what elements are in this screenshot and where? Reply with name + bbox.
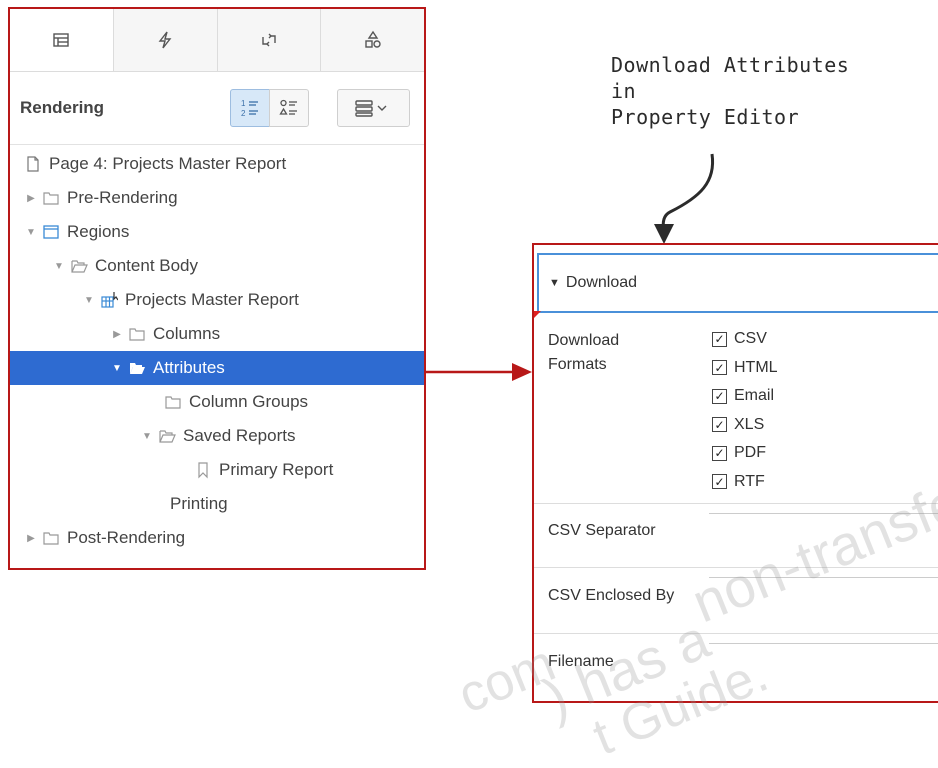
tree-node-projects-master-report[interactable]: ▼ Projects Master Report xyxy=(10,283,424,317)
folder-open-icon xyxy=(154,427,180,445)
tree-node-pre-rendering[interactable]: ▶ Pre-Rendering xyxy=(10,181,424,215)
tree-node-label: Column Groups xyxy=(189,392,309,411)
caret-down-icon: ▼ xyxy=(549,277,560,289)
format-checkbox-html[interactable]: ✓ HTML xyxy=(712,354,778,383)
curved-arrow-icon xyxy=(654,153,715,244)
tree-node-regions[interactable]: ▼ Regions xyxy=(10,215,424,249)
collapse-triangle-icon[interactable]: ▼ xyxy=(82,295,96,306)
section-title: Download xyxy=(565,274,638,291)
interactive-report-icon xyxy=(96,291,122,309)
tree-node-label: Regions xyxy=(67,222,130,241)
menu-dropdown-button[interactable] xyxy=(337,89,410,127)
format-checkbox-rtf[interactable]: ✓ RTF xyxy=(712,468,778,497)
download-formats-label: Download Formats xyxy=(548,332,620,373)
svg-text:1: 1 xyxy=(241,99,246,108)
tree-node-columns[interactable]: ▶ Columns xyxy=(10,317,424,351)
bookmark-icon xyxy=(190,461,216,479)
tree-node-label: Primary Report xyxy=(219,460,334,479)
processing-arrows-icon xyxy=(262,33,276,47)
tree-node-saved-reports[interactable]: ▼ Saved Reports xyxy=(10,419,424,453)
svg-text:2: 2 xyxy=(241,109,246,118)
tab-shared-components[interactable] xyxy=(320,9,424,71)
collapse-triangle-icon[interactable]: ▼ xyxy=(24,227,38,238)
tree-node-column-groups[interactable]: Column Groups xyxy=(10,385,424,419)
tree-node-label: Saved Reports xyxy=(183,426,296,445)
checkbox-checked-icon[interactable]: ✓ xyxy=(712,331,727,347)
checkbox-checked-icon[interactable]: ✓ xyxy=(712,445,727,461)
folder-open-icon xyxy=(66,257,92,275)
folder-icon xyxy=(38,529,64,547)
filename-input[interactable] xyxy=(709,643,938,644)
tree-node-printing[interactable]: Printing xyxy=(10,487,424,521)
csv-enclosed-label: CSV Enclosed By xyxy=(548,587,675,604)
tree-node-primary-report[interactable]: Primary Report xyxy=(10,453,424,487)
lightning-icon xyxy=(158,31,172,49)
tree-toolbar: Rendering 1 2 xyxy=(10,72,424,145)
collapse-triangle-icon[interactable]: ▼ xyxy=(52,261,66,272)
page-icon xyxy=(20,155,46,173)
menu-dropdown-icon xyxy=(354,100,386,117)
tab-processing[interactable] xyxy=(216,9,321,71)
order-view-button[interactable]: 1 2 xyxy=(230,89,270,127)
checkbox-checked-icon[interactable]: ✓ xyxy=(712,388,727,404)
group-view-icon xyxy=(279,99,297,115)
csv-separator-label: CSV Separator xyxy=(548,522,656,539)
folder-open-icon xyxy=(124,359,150,377)
collapse-triangle-icon[interactable]: ▼ xyxy=(140,431,154,442)
format-checkbox-csv[interactable]: ✓ CSV xyxy=(712,325,778,354)
watermark-text: com xyxy=(450,634,564,725)
checkbox-checked-icon[interactable]: ✓ xyxy=(712,360,727,376)
expand-triangle-icon[interactable]: ▶ xyxy=(24,533,38,544)
format-checkbox-pdf[interactable]: ✓ PDF xyxy=(712,439,778,468)
tab-dynamic-actions[interactable] xyxy=(112,9,217,71)
download-formats-checkboxes: ✓ CSV ✓ HTML ✓ Email ✓ XLS ✓ PDF ✓ RTF xyxy=(712,325,778,496)
property-editor-panel: ▼ Download Download Formats ✓ CSV ✓ HTML… xyxy=(532,243,938,703)
checkbox-checked-icon[interactable]: ✓ xyxy=(712,474,727,490)
shared-components-icon xyxy=(364,30,381,48)
panel-title: Rendering xyxy=(20,98,105,117)
connector-arrow-icon xyxy=(426,363,532,381)
region-icon xyxy=(38,223,64,241)
expand-triangle-icon[interactable]: ▶ xyxy=(110,329,124,340)
checkbox-checked-icon[interactable]: ✓ xyxy=(712,417,727,433)
rendering-tree-panel: Rendering 1 2 Page 4: Projects Master Re… xyxy=(8,7,426,570)
format-checkbox-xls[interactable]: ✓ XLS xyxy=(712,411,778,440)
group-view-button[interactable] xyxy=(269,89,309,127)
tree-node-label: Page 4: Projects Master Report xyxy=(49,154,287,173)
folder-icon xyxy=(38,189,64,207)
folder-icon xyxy=(124,325,150,343)
tree-node-label: Post-Rendering xyxy=(67,528,186,547)
folder-icon xyxy=(160,393,186,411)
rendering-tree-icon xyxy=(53,33,70,47)
format-checkbox-email[interactable]: ✓ Email xyxy=(712,382,778,411)
tree-node-page[interactable]: Page 4: Projects Master Report xyxy=(10,147,424,181)
order-view-icon: 1 2 xyxy=(241,99,258,118)
tree-node-label: Attributes xyxy=(153,358,225,377)
tree-node-label: Pre-Rendering xyxy=(67,188,178,207)
tree-node-label: Projects Master Report xyxy=(125,290,299,309)
collapse-triangle-icon[interactable]: ▼ xyxy=(110,363,124,374)
expand-triangle-icon[interactable]: ▶ xyxy=(24,193,38,204)
tree-node-content-body[interactable]: ▼ Content Body xyxy=(10,249,424,283)
tree-node-label: Printing xyxy=(170,494,228,513)
annotation-line: Download Attributes xyxy=(611,53,850,77)
annotation-line: in xyxy=(611,79,637,103)
tree-node-post-rendering[interactable]: ▶ Post-Rendering xyxy=(10,521,424,555)
callout-annotation: Download Attributes in Property Editor xyxy=(611,52,849,130)
tree-node-label: Content Body xyxy=(95,256,199,275)
annotation-line: Property Editor xyxy=(611,105,800,129)
page-designer-tabs xyxy=(10,9,424,72)
tree-node-attributes[interactable]: ▼ Attributes xyxy=(10,351,424,385)
download-section-header[interactable]: ▼ Download xyxy=(537,253,938,313)
tree-node-label: Columns xyxy=(153,324,221,343)
tab-rendering[interactable] xyxy=(10,9,113,71)
